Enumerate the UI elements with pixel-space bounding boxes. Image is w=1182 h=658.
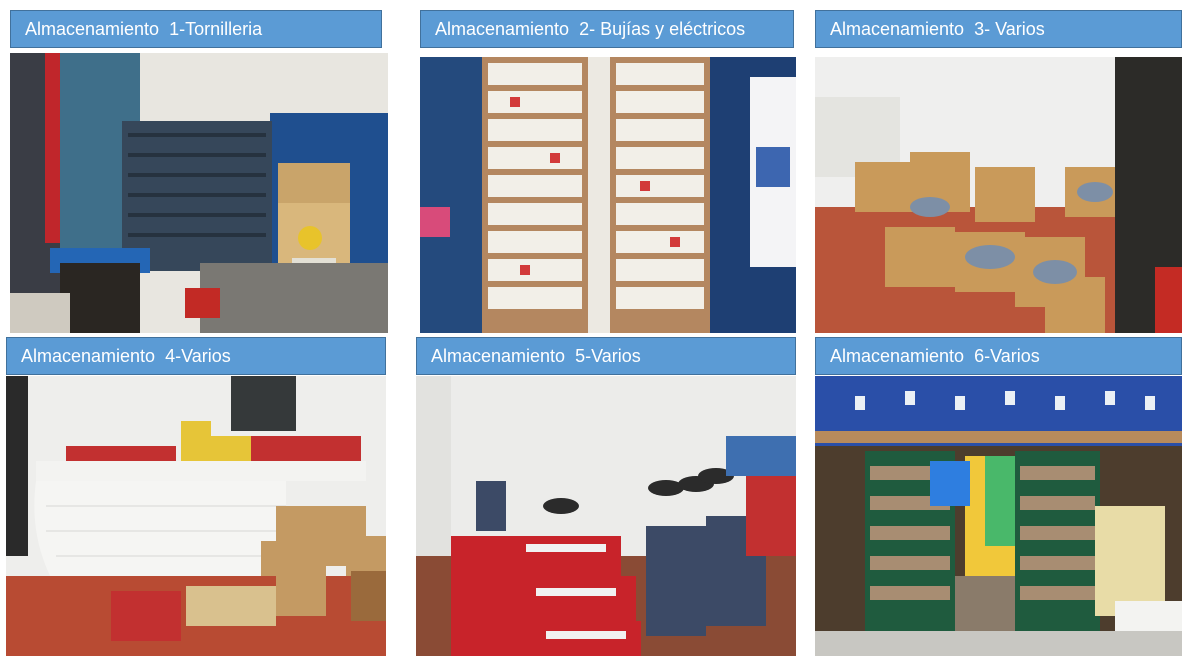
panel-3-label: Almacenamiento 3- Varios: [815, 10, 1182, 48]
panel-1-label: Almacenamiento 1-Tornilleria: [10, 10, 382, 48]
panel-2-label: Almacenamiento 2- Bujías y eléctricos: [420, 10, 794, 48]
photo-storage-3: [815, 57, 1182, 333]
photo-storage-5: [416, 376, 796, 656]
panel-6-label: Almacenamiento 6-Varios: [815, 337, 1182, 375]
panel-5-label: Almacenamiento 5-Varios: [416, 337, 796, 375]
photo-storage-1: [10, 53, 388, 333]
photo-storage-2: [420, 57, 796, 333]
photo-storage-6: [815, 376, 1182, 656]
panel-4-label: Almacenamiento 4-Varios: [6, 337, 386, 375]
photo-storage-4: [6, 376, 386, 656]
